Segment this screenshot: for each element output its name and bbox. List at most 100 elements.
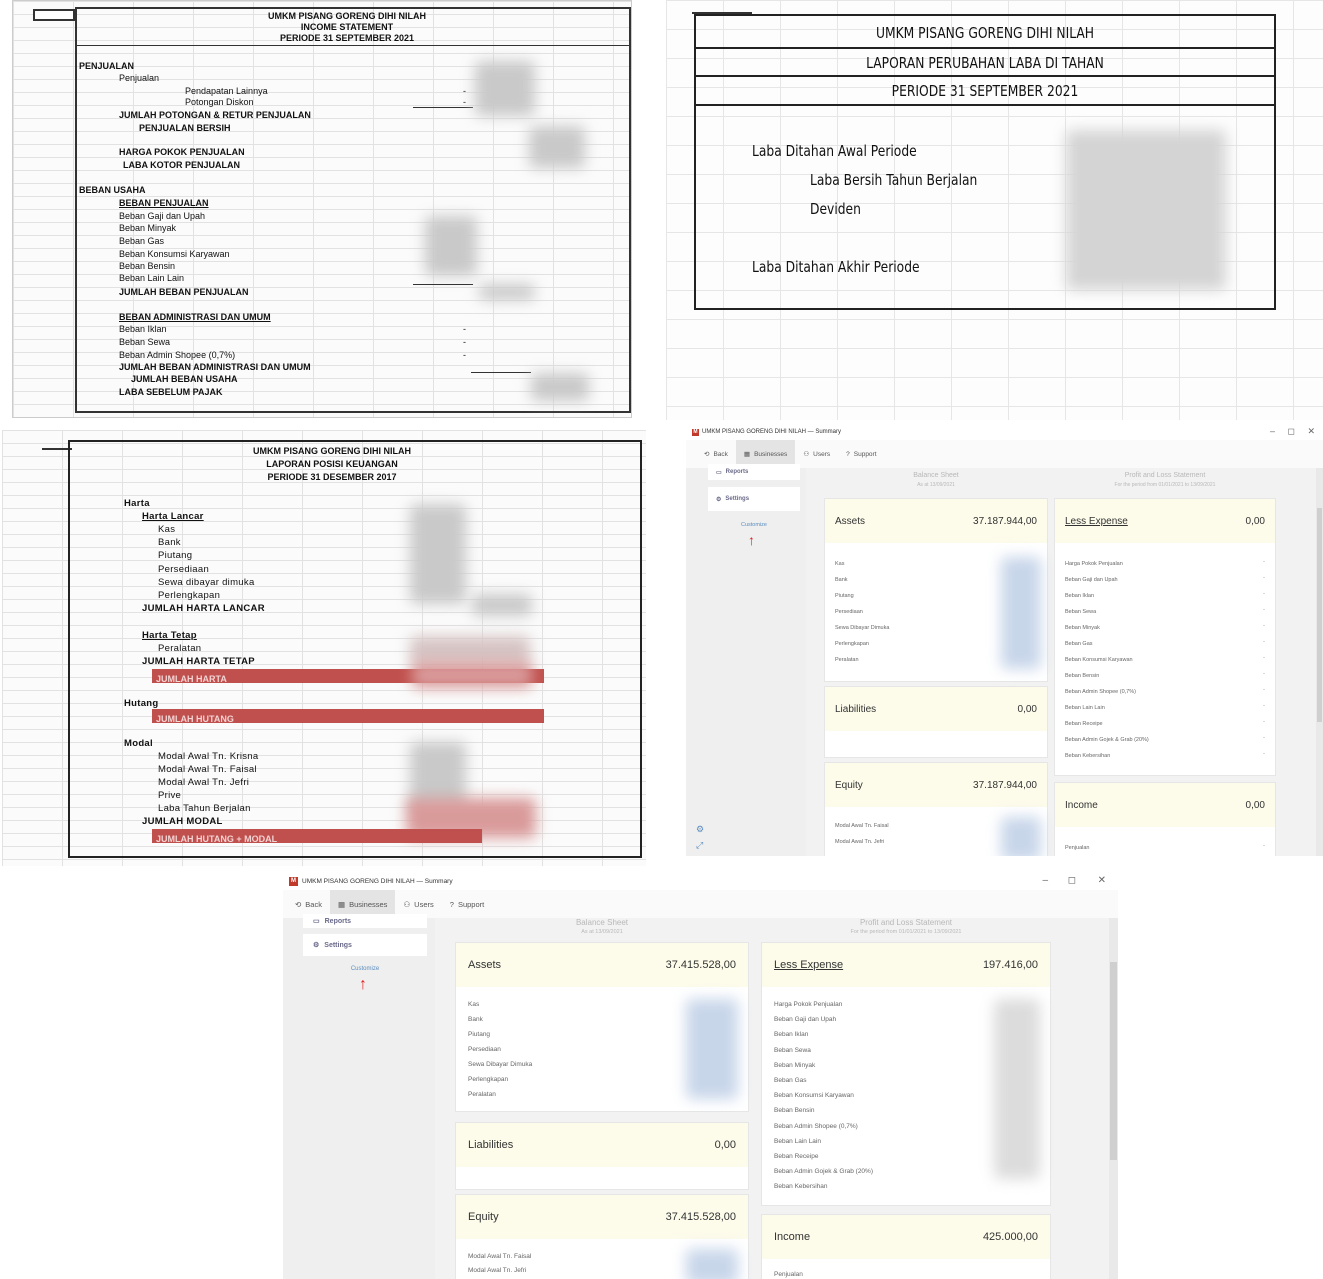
dash: - [463,337,466,347]
assets-label: Assets [835,515,866,527]
maximize-button[interactable]: ◻ [1068,875,1076,886]
blurred-values [425,216,477,276]
blurred-values [1001,557,1041,669]
blurred-values [479,284,535,300]
expense-row: Harga Pokok Penjualan [1065,561,1123,567]
blurred-values [1001,817,1041,856]
row-jumlah-harta-lancar: JUMLAH HARTA LANCAR [142,603,265,614]
equity-row: Modal Awal Tn. Jefri [835,839,885,845]
section-modal: Modal [124,738,153,749]
row-beban: Beban Gas [119,236,165,246]
customize-link[interactable]: Customize [303,966,427,972]
income-value: 0,00 [1245,799,1265,811]
expense-row: Beban Admin Gojek & Grab (20%) [774,1168,873,1176]
equity-label: Equity [835,779,863,791]
sidebar-item-reports[interactable]: ▭ Reports [708,464,800,480]
row-pendapatan-lainnya: Pendapatan Lainnya [185,86,268,96]
sidebar-item-settings[interactable]: ⚙ Settings [708,487,800,511]
assets-card: Assets 37.187.944,00 Kas Bank Piutang Pe… [824,498,1048,682]
sidebar-item-reports[interactable]: ▭ Reports [303,914,427,928]
businesses-label: Businesses [754,450,788,458]
row-modal: Modal Awal Tn. Krisna [158,751,259,762]
row-beban-adm: Beban Admin Shopee (0,7%) [119,350,236,360]
minimize-button[interactable]: – [1042,875,1048,886]
expand-icon[interactable]: ⤢ [696,840,703,851]
report-title: LAPORAN PERUBAHAN LABA DI TAHAN [866,54,1104,72]
window-title: UMKM PISANG GORENG DIHI NILAH — Summary [702,429,842,435]
assets-card: Assets 37.415.528,00 Kas Bank Piutang Pe… [455,942,749,1112]
name-box[interactable] [33,9,75,21]
row-jumlah-harta-tetap: JUMLAH HARTA TETAP [142,656,255,667]
dash: - [1263,843,1265,849]
support-button[interactable]: ? Support [838,440,884,468]
row-harta: Sewa dibayar dimuka [158,577,255,588]
users-label: Users [813,450,831,458]
asset-row: Perlengkapan [835,641,869,647]
row-beban: Beban Minyak [119,223,177,233]
dash: - [1263,639,1265,645]
expense-row: Beban Receipe [774,1153,819,1160]
users-icon: ⚇ [403,899,411,909]
equity-row: Modal Awal Tn. Jefri [468,1267,527,1274]
customize-link[interactable]: Customize [708,522,800,528]
row-harta: Persediaan [158,564,210,575]
income-statement-sheet: UMKM PISANG GORENG DIHI NILAH INCOME STA… [12,0,632,418]
asset-row: Sewa Dibayar Dimuka [835,625,890,631]
expense-row: Beban Admin Gojek & Grab (20%) [1065,737,1149,743]
scrollbar-thumb[interactable] [1317,508,1322,722]
minimize-button[interactable]: – [1270,426,1275,436]
divider [696,104,1274,106]
less-expense-value: 0,00 [1245,515,1265,527]
expense-row: Beban Bensin [1065,673,1100,679]
back-label: Back [713,450,728,458]
blurred-values [531,373,589,401]
maximize-button[interactable]: ◻ [1288,426,1295,437]
gear-icon: ⚙ [313,942,320,949]
row-jumlah-potongan: JUMLAH POTONGAN & RETUR PENJUALAN [119,110,311,120]
arrow-up-icon: ↑ [748,532,755,548]
row-hpp: HARGA POKOK PENJUALAN [119,147,245,157]
close-button[interactable]: ✕ [1098,875,1106,886]
company-title: UMKM PISANG GORENG DIHI NILAH [252,446,411,456]
section-harta-tetap: Harta Tetap [142,630,197,641]
balance-sheet-sheet: UMKM PISANG GORENG DIHI NILAH LAPORAN PO… [2,430,646,866]
building-icon: ▦ [337,899,346,909]
row-modal: Modal Awal Tn. Faisal [158,764,257,775]
users-icon: ⚇ [803,451,810,458]
section-beban-penjualan: BEBAN PENJUALAN [119,198,209,208]
report-title: INCOME STATEMENT [300,22,394,32]
row-peralatan: Peralatan [158,643,202,654]
dash: - [1263,719,1265,725]
row-modal: Modal Awal Tn. Jefri [158,777,250,788]
row-beban-adm: Beban Sewa [119,337,171,347]
expense-row: Beban Lain Lain [1065,705,1105,711]
help-icon: ? [846,450,850,458]
less-expense-label: Less Expense [1065,515,1128,527]
assets-label: Assets [468,959,502,971]
sidebar-item-settings[interactable]: ⚙ Settings [303,934,427,956]
users-button[interactable]: ⚇ Users [795,440,838,468]
expense-row: Beban Konsumsi Karyawan [774,1092,854,1100]
dash: - [463,324,466,334]
asset-row: Kas [835,561,845,567]
report-title: LAPORAN POSISI KEUANGAN [266,459,398,469]
equity-card: Equity 37.415.528,00 Modal Awal Tn. Fais… [455,1194,749,1279]
scrollbar-thumb[interactable] [1110,962,1117,1160]
income-header: Income 425.000,00 [762,1215,1050,1259]
liabilities-header: Liabilities 0,00 [456,1123,748,1167]
support-button[interactable]: ? Support [442,890,492,918]
blurred-values [472,594,532,616]
reports-label: Reports [725,469,749,475]
section-beban-adm: BEBAN ADMINISTRASI DAN UMUM [119,312,271,322]
income-value: 425.000,00 [982,1231,1038,1243]
total-hutang-bar: JUMLAH HUTANG [152,709,544,724]
blurred-values [412,662,532,688]
blurred-values [475,61,535,116]
arrow-up-icon: ↑ [359,976,367,993]
settings-icon[interactable]: ⚙ [696,824,704,835]
reports-icon: ▭ [313,918,320,925]
dash: - [1263,623,1265,629]
equity-header: Equity 37.415.528,00 [456,1195,748,1239]
divider [77,45,629,46]
close-button[interactable]: ✕ [1307,426,1315,437]
